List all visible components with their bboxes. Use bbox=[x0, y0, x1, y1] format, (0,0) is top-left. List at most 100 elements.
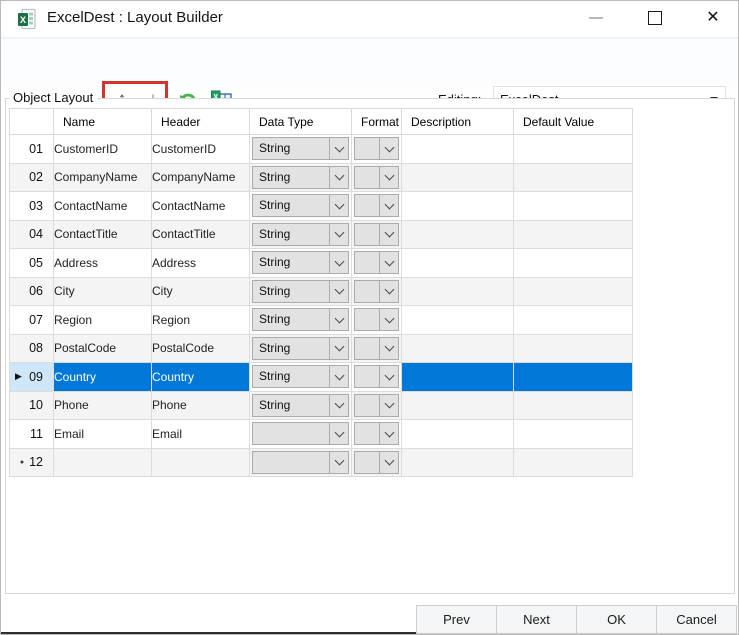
format-cell[interactable] bbox=[352, 448, 402, 477]
row-header-cell[interactable]: 06 bbox=[10, 277, 54, 306]
data-type-cell[interactable]: String bbox=[250, 391, 352, 420]
header-cell[interactable]: Country bbox=[152, 363, 250, 392]
format-dropdown[interactable] bbox=[354, 166, 399, 189]
name-cell[interactable]: PostalCode bbox=[54, 334, 152, 363]
name-cell[interactable]: Country bbox=[54, 363, 152, 392]
default-value-cell[interactable] bbox=[514, 249, 633, 278]
format-dropdown-button[interactable] bbox=[379, 423, 398, 444]
column-header-format[interactable]: Format bbox=[352, 109, 402, 135]
column-header-default-value[interactable]: Default Value bbox=[514, 109, 633, 135]
data-type-cell[interactable]: String bbox=[250, 363, 352, 392]
default-value-cell[interactable] bbox=[514, 448, 633, 477]
format-dropdown[interactable] bbox=[354, 280, 399, 303]
row-header-cell[interactable]: 11 bbox=[10, 420, 54, 449]
data-type-dropdown-button[interactable] bbox=[329, 338, 348, 359]
data-type-dropdown-button[interactable] bbox=[329, 309, 348, 330]
description-cell[interactable] bbox=[402, 135, 514, 164]
name-cell[interactable]: City bbox=[54, 277, 152, 306]
format-dropdown[interactable] bbox=[354, 308, 399, 331]
data-type-dropdown-button[interactable] bbox=[329, 366, 348, 387]
format-dropdown-button[interactable] bbox=[379, 224, 398, 245]
name-cell[interactable]: ContactTitle bbox=[54, 220, 152, 249]
data-type-dropdown-button[interactable] bbox=[329, 167, 348, 188]
data-type-dropdown-button[interactable] bbox=[329, 138, 348, 159]
data-type-dropdown[interactable]: String bbox=[252, 308, 349, 331]
format-cell[interactable] bbox=[352, 277, 402, 306]
column-header-description[interactable]: Description bbox=[402, 109, 514, 135]
name-cell[interactable]: CustomerID bbox=[54, 135, 152, 164]
description-cell[interactable] bbox=[402, 420, 514, 449]
format-dropdown[interactable] bbox=[354, 394, 399, 417]
default-value-cell[interactable] bbox=[514, 135, 633, 164]
description-cell[interactable] bbox=[402, 163, 514, 192]
header-cell[interactable] bbox=[152, 448, 250, 477]
row-header-cell[interactable]: 01 bbox=[10, 135, 54, 164]
format-dropdown-button[interactable] bbox=[379, 138, 398, 159]
name-cell[interactable]: Email bbox=[54, 420, 152, 449]
data-type-cell[interactable]: String bbox=[250, 334, 352, 363]
default-value-cell[interactable] bbox=[514, 220, 633, 249]
close-button[interactable]: ✕ bbox=[696, 1, 730, 35]
description-cell[interactable] bbox=[402, 249, 514, 278]
header-cell[interactable]: City bbox=[152, 277, 250, 306]
data-type-cell[interactable]: String bbox=[250, 135, 352, 164]
format-dropdown-button[interactable] bbox=[379, 338, 398, 359]
format-dropdown-button[interactable] bbox=[379, 452, 398, 473]
name-cell[interactable]: Phone bbox=[54, 391, 152, 420]
data-type-dropdown-button[interactable] bbox=[329, 452, 348, 473]
row-header-cell[interactable]: ●12 bbox=[10, 448, 54, 477]
data-type-cell[interactable]: String bbox=[250, 277, 352, 306]
description-cell[interactable] bbox=[402, 277, 514, 306]
header-cell[interactable]: ContactName bbox=[152, 192, 250, 221]
format-cell[interactable] bbox=[352, 135, 402, 164]
column-header-data-type[interactable]: Data Type bbox=[250, 109, 352, 135]
format-cell[interactable] bbox=[352, 420, 402, 449]
data-type-dropdown[interactable]: String bbox=[252, 223, 349, 246]
row-header-cell[interactable]: ▶09 bbox=[10, 363, 54, 392]
default-value-cell[interactable] bbox=[514, 391, 633, 420]
format-cell[interactable] bbox=[352, 163, 402, 192]
data-type-dropdown[interactable]: String bbox=[252, 365, 349, 388]
prev-button[interactable]: Prev bbox=[416, 605, 497, 634]
format-dropdown[interactable] bbox=[354, 251, 399, 274]
row-header-cell[interactable]: 04 bbox=[10, 220, 54, 249]
format-dropdown[interactable] bbox=[354, 365, 399, 388]
data-type-cell[interactable]: String bbox=[250, 249, 352, 278]
format-dropdown[interactable] bbox=[354, 451, 399, 474]
data-type-dropdown-button[interactable] bbox=[329, 252, 348, 273]
maximize-button[interactable] bbox=[638, 1, 672, 35]
header-cell[interactable]: CustomerID bbox=[152, 135, 250, 164]
format-dropdown[interactable] bbox=[354, 223, 399, 246]
format-dropdown-button[interactable] bbox=[379, 167, 398, 188]
description-cell[interactable] bbox=[402, 391, 514, 420]
data-type-dropdown[interactable] bbox=[252, 451, 349, 474]
data-type-cell[interactable]: String bbox=[250, 163, 352, 192]
data-type-dropdown[interactable]: String bbox=[252, 137, 349, 160]
minimize-button[interactable] bbox=[579, 1, 613, 35]
data-type-dropdown[interactable]: String bbox=[252, 166, 349, 189]
row-header-cell[interactable]: 08 bbox=[10, 334, 54, 363]
description-cell[interactable] bbox=[402, 334, 514, 363]
header-cell[interactable]: Address bbox=[152, 249, 250, 278]
column-header-rownum[interactable] bbox=[10, 109, 54, 135]
format-dropdown-button[interactable] bbox=[379, 309, 398, 330]
format-cell[interactable] bbox=[352, 334, 402, 363]
description-cell[interactable] bbox=[402, 192, 514, 221]
data-type-dropdown[interactable]: String bbox=[252, 251, 349, 274]
format-cell[interactable] bbox=[352, 363, 402, 392]
data-type-cell[interactable]: String bbox=[250, 220, 352, 249]
data-type-cell[interactable]: String bbox=[250, 192, 352, 221]
data-type-cell[interactable] bbox=[250, 420, 352, 449]
format-cell[interactable] bbox=[352, 306, 402, 335]
header-cell[interactable]: ContactTitle bbox=[152, 220, 250, 249]
format-dropdown[interactable] bbox=[354, 194, 399, 217]
data-type-dropdown[interactable] bbox=[252, 422, 349, 445]
format-dropdown-button[interactable] bbox=[379, 395, 398, 416]
format-dropdown-button[interactable] bbox=[379, 195, 398, 216]
format-dropdown-button[interactable] bbox=[379, 366, 398, 387]
row-header-cell[interactable]: 02 bbox=[10, 163, 54, 192]
format-cell[interactable] bbox=[352, 391, 402, 420]
next-button[interactable]: Next bbox=[496, 605, 577, 634]
row-header-cell[interactable]: 03 bbox=[10, 192, 54, 221]
data-type-dropdown-button[interactable] bbox=[329, 224, 348, 245]
